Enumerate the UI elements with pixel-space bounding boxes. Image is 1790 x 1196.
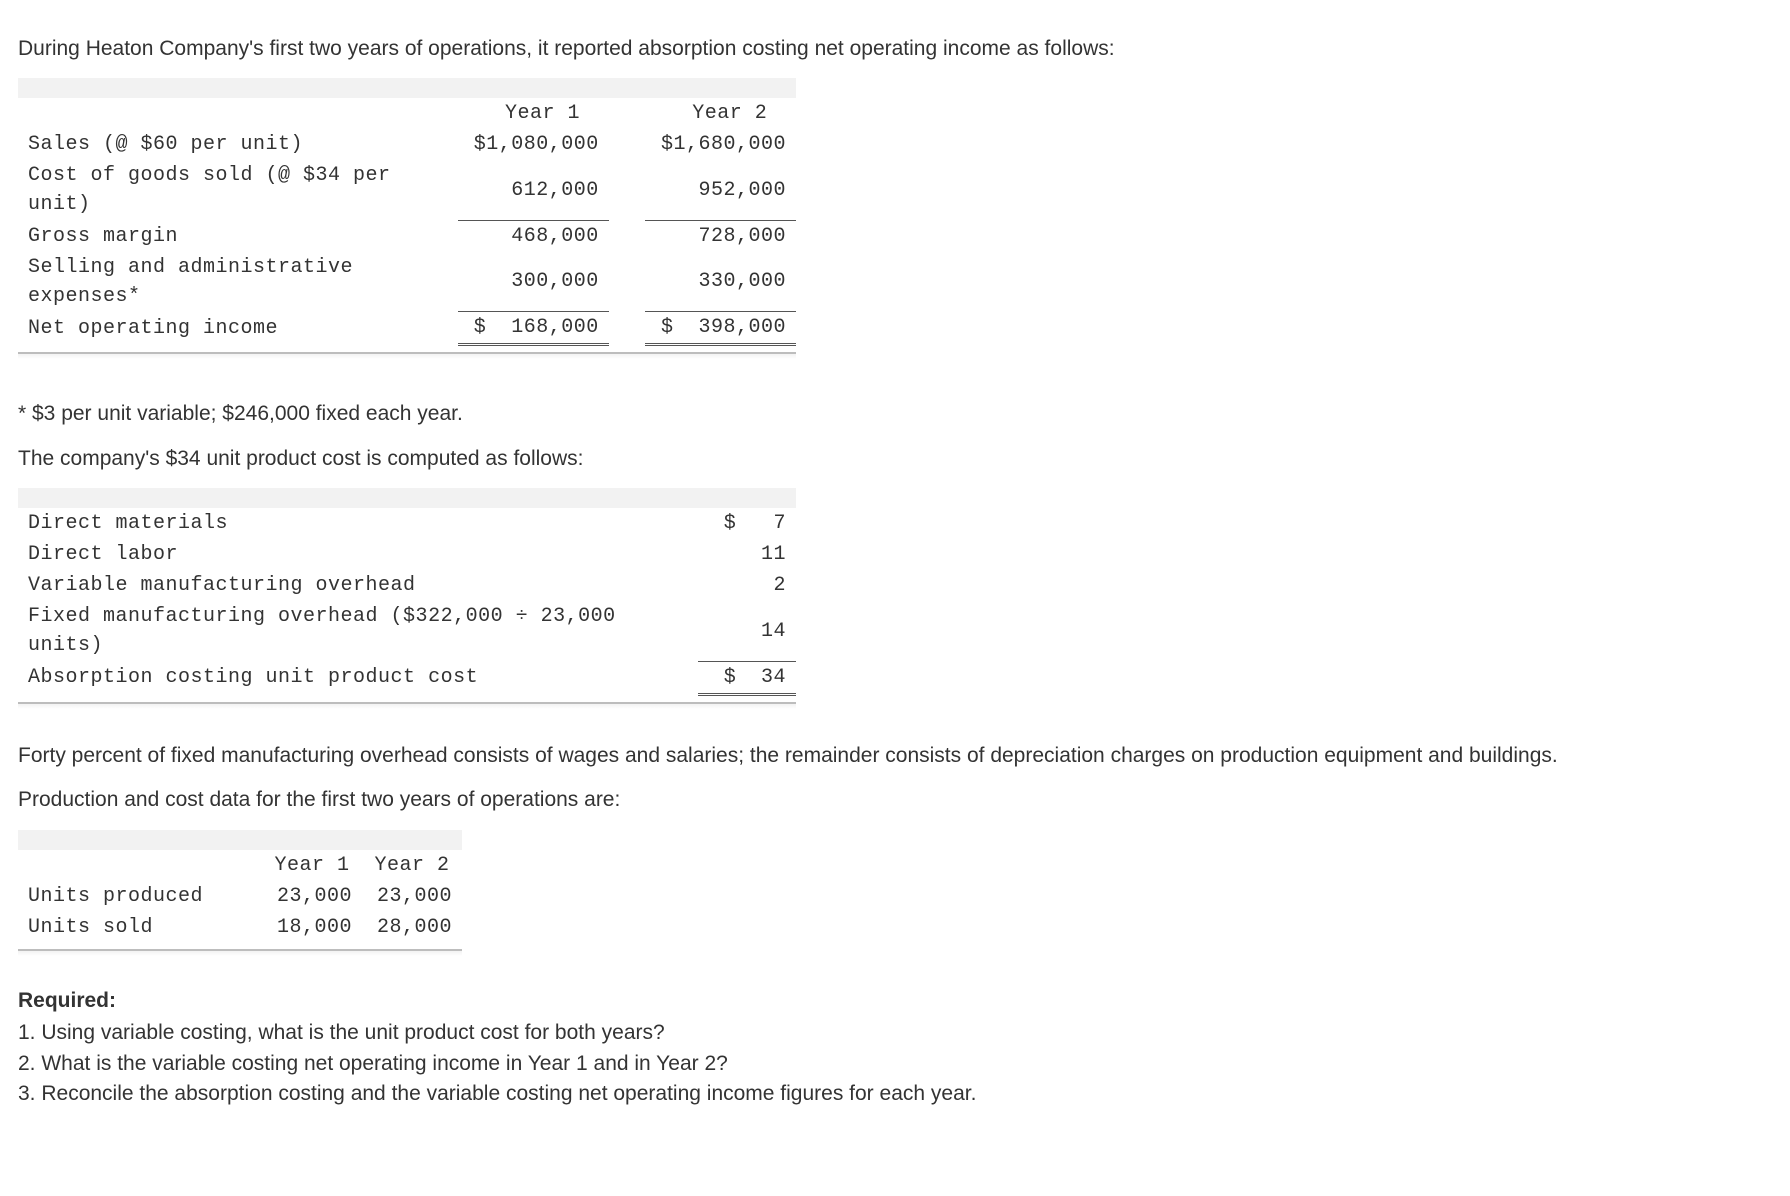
row-label: Absorption costing unit product cost	[18, 661, 698, 694]
table-income-statement: Year 1 Year 2 Sales (@ $60 per unit) $1,…	[18, 78, 796, 346]
table-row: Cost of goods sold (@ $34 per unit) 612,…	[18, 160, 796, 220]
col-header-year1: Year 1	[486, 98, 609, 129]
row-label: Selling and administrative expenses*	[18, 252, 458, 312]
table-row: Net operating income $168,000 $398,000	[18, 312, 796, 345]
req-item-3: 3. Reconcile the absorption costing and …	[18, 1079, 1770, 1109]
row-label: Direct materials	[18, 508, 698, 539]
row-label: Net operating income	[18, 312, 458, 345]
col-header-year2: Year 2	[362, 850, 462, 881]
col-header-year1: Year 1	[262, 850, 362, 881]
table-row: Gross margin 468,000 728,000	[18, 220, 796, 252]
scrollbar-edge	[18, 949, 462, 956]
table-row: Sales (@ $60 per unit) $1,080,000 $1,680…	[18, 129, 796, 160]
row-label: Direct labor	[18, 539, 698, 570]
row-label: Gross margin	[18, 220, 458, 252]
intro-text: During Heaton Company's first two years …	[18, 34, 1770, 64]
para-fixed-overhead: Forty percent of fixed manufacturing ove…	[18, 741, 1770, 771]
row-label: Fixed manufacturing overhead ($322,000 ÷…	[18, 601, 698, 661]
table-row: Absorption costing unit product cost $34	[18, 661, 796, 694]
table-row: Fixed manufacturing overhead ($322,000 ÷…	[18, 601, 796, 661]
table-row: Variable manufacturing overhead 2	[18, 570, 796, 601]
table-header-row: Year 1 Year 2	[18, 850, 462, 881]
table-row: Units sold 18,000 28,000	[18, 912, 462, 943]
table-row: Units produced 23,000 23,000	[18, 881, 462, 912]
para-unit-cost-intro: The company's $34 unit product cost is c…	[18, 444, 1770, 474]
table-row: Selling and administrative expenses* 300…	[18, 252, 796, 312]
table-row: Direct labor 11	[18, 539, 796, 570]
table-header-row: Year 1 Year 2	[18, 98, 796, 129]
table-row: Direct materials $7	[18, 508, 796, 539]
row-label: Units produced	[18, 881, 262, 912]
row-label: Variable manufacturing overhead	[18, 570, 698, 601]
scrollbar-edge	[18, 352, 796, 359]
req-item-2: 2. What is the variable costing net oper…	[18, 1049, 1770, 1079]
footnote-text: * $3 per unit variable; $246,000 fixed e…	[18, 399, 1770, 429]
col-header-year2: Year 2	[673, 98, 796, 129]
row-label: Cost of goods sold (@ $34 per unit)	[18, 160, 458, 220]
table-production: Year 1 Year 2 Units produced 23,000 23,0…	[18, 830, 462, 943]
para-production-intro: Production and cost data for the first t…	[18, 785, 1770, 815]
req-item-1: 1. Using variable costing, what is the u…	[18, 1018, 1770, 1048]
required-heading: Required:	[18, 986, 1770, 1016]
row-label: Units sold	[18, 912, 262, 943]
row-label: Sales (@ $60 per unit)	[18, 129, 458, 160]
table-unit-cost: Direct materials $7 Direct labor 11 Vari…	[18, 488, 796, 696]
scrollbar-edge	[18, 702, 796, 709]
